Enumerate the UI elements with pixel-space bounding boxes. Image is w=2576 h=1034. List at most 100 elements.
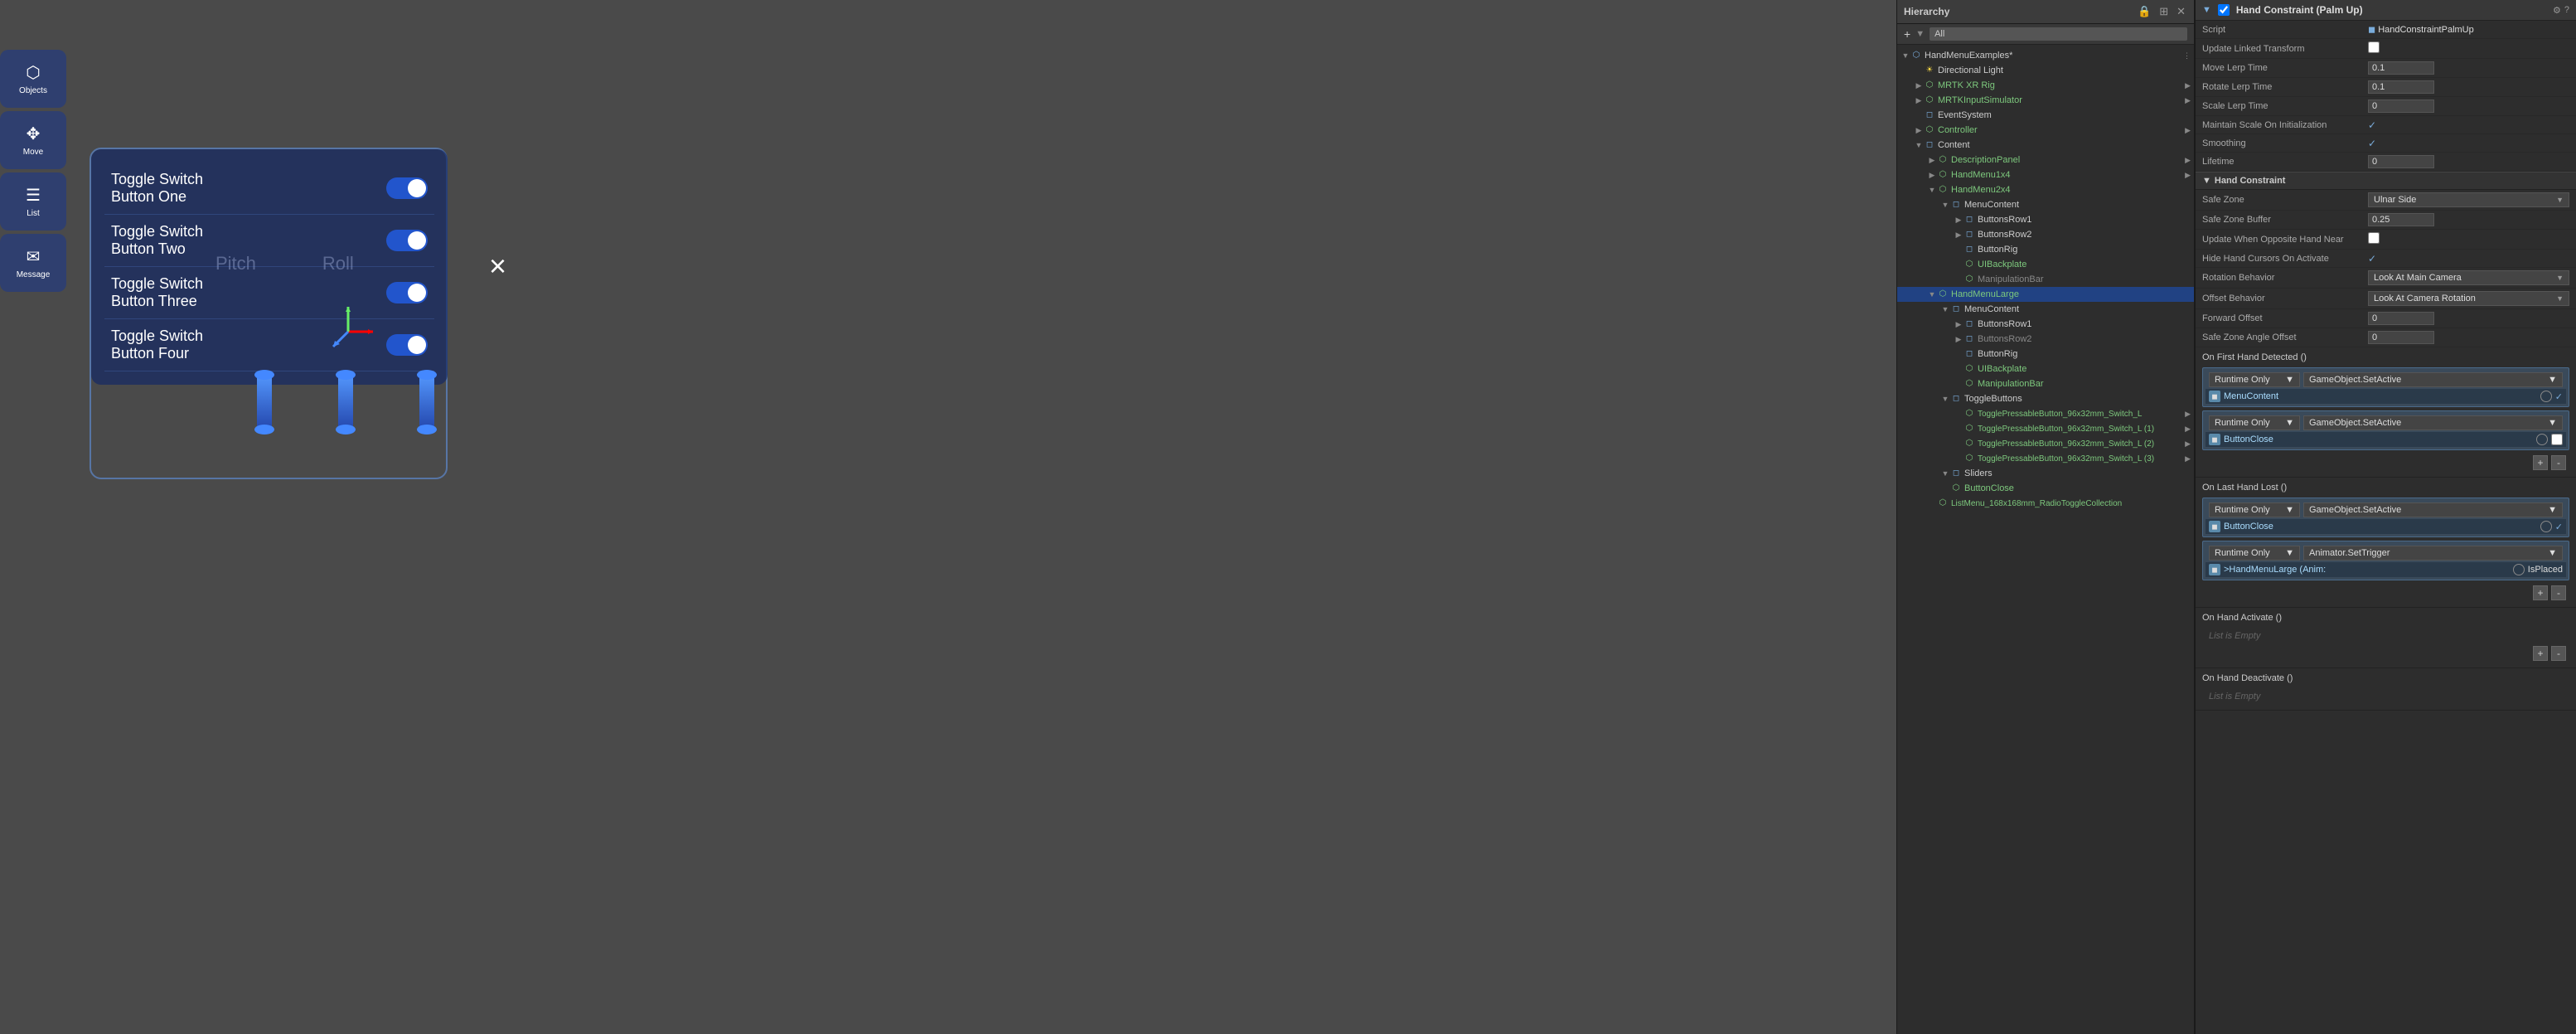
tree-expand-27[interactable]: ▶ [2185,454,2191,464]
forward-offset-input[interactable] [2368,312,2434,325]
tree-item-content[interactable]: ▼ ◻ Content [1897,138,2194,153]
event-func-2[interactable]: GameObject.SetActive ▼ [2303,415,2563,430]
tree-expand-7[interactable]: ▶ [2185,156,2191,165]
tree-item-manipbar1[interactable]: ⬡ ManipulationBar [1897,272,2194,287]
event-func-1[interactable]: GameObject.SetActive ▼ [2303,372,2563,387]
toggle-switch-3[interactable] [386,282,428,303]
event-last-add-btn[interactable]: + [2533,585,2548,600]
tree-item-uibackplate1[interactable]: ⬡ UIBackplate [1897,257,2194,272]
event-obj-circle-2[interactable] [2536,434,2548,445]
tree-item-btnsrow1[interactable]: ▶ ◻ ButtonsRow1 [1897,212,2194,227]
toggle-switch-1[interactable] [386,177,428,199]
tree-item-controller[interactable]: ▶ ⬡ Controller ▶ [1897,123,2194,138]
event-runtime-4[interactable]: Runtime Only ▼ [2209,546,2300,561]
tree-expand-8[interactable]: ▶ [2185,171,2191,180]
tree-expand-5[interactable]: ▶ [2185,126,2191,135]
event-obj-circle-3[interactable] [2540,521,2552,532]
tree-item-descpanel[interactable]: ▶ ⬡ DescriptionPanel ▶ [1897,153,2194,167]
hierarchy-content[interactable]: ▼ ⬡ HandMenuExamples* ⋮ ☀ Directional Li… [1897,45,2194,1034]
tree-item-menucontent2[interactable]: ▼ ◻ MenuContent [1897,302,2194,317]
event-func-4[interactable]: Animator.SetTrigger ▼ [2303,546,2563,561]
update-linked-checkbox[interactable] [2368,41,2380,53]
hierarchy-add-button[interactable]: + [1904,27,1910,41]
tree-item-btnsrow1b[interactable]: ▶ ◻ ButtonsRow1 [1897,317,2194,332]
scale-lerp-input[interactable] [2368,100,2434,113]
tree-item-btnsrow2[interactable]: ▶ ◻ ButtonsRow2 [1897,227,2194,242]
tree-arrow-8: ▶ [1927,171,1937,180]
tree-expand-25[interactable]: ▶ [2185,425,2191,434]
tree-label-10: MenuContent [1964,200,2019,210]
tree-item-handmenu1x4[interactable]: ▶ ⬡ HandMenu1x4 ▶ [1897,167,2194,182]
event-activate-add-btn[interactable]: + [2533,646,2548,661]
event-func-3[interactable]: GameObject.SetActive ▼ [2303,502,2563,517]
tree-expand-26[interactable]: ▶ [2185,439,2191,449]
lifetime-input[interactable] [2368,155,2434,168]
event-runtime-1[interactable]: Runtime Only ▼ [2209,372,2300,387]
tree-label-23: ToggleButtons [1964,394,2022,404]
safe-zone-dropdown[interactable]: Ulnar Side ▼ [2368,192,2569,207]
event-obj-circle-1[interactable] [2540,391,2552,402]
tree-item-listmenu[interactable]: ⬡ ListMenu_168x168mm_RadioToggleCollecti… [1897,496,2194,511]
tree-menu-0[interactable]: ⋮ [2183,51,2191,61]
offset-behavior-dropdown[interactable]: Look At Camera Rotation ▼ [2368,291,2569,306]
tree-item-buttonrig2[interactable]: ◻ ButtonRig [1897,347,2194,362]
component-header: ▼ Hand Constraint (Palm Up) ⚙ ? [2196,0,2576,21]
tree-item-btnclose[interactable]: ⬡ ButtonClose [1897,481,2194,496]
tree-item-dirlight[interactable]: ☀ Directional Light [1897,63,2194,78]
hierarchy-lock-button[interactable]: 🔒 [2136,5,2152,18]
component-enable-checkbox[interactable] [2218,4,2230,16]
rotation-behavior-dropdown[interactable]: Look At Main Camera ▼ [2368,270,2569,285]
event-runtime-2[interactable]: Runtime Only ▼ [2209,415,2300,430]
tree-item-btnsrow2b[interactable]: ▶ ◻ ButtonsRow2 [1897,332,2194,347]
tree-expand-2[interactable]: ▶ [2185,81,2191,90]
tree-item-mrtkInput[interactable]: ▶ ⬡ MRTKInputSimulator ▶ [1897,93,2194,108]
event-first-add-btn[interactable]: + [2533,455,2548,470]
hierarchy-layout-button[interactable]: ⊞ [2157,5,2170,18]
close-button[interactable]: × [489,249,506,284]
tree-arrow-10: ▼ [1940,201,1950,209]
hierarchy-close-button[interactable]: ✕ [2175,5,2187,18]
tree-item-mrtkxr[interactable]: ▶ ⬡ MRTK XR Rig ▶ [1897,78,2194,93]
event-obj-circle-4[interactable] [2513,564,2525,575]
tree-item-buttonrig1[interactable]: ◻ ButtonRig [1897,242,2194,257]
tree-item-manipbar2[interactable]: ⬡ ManipulationBar [1897,376,2194,391]
safe-zone-arrow: ▼ [2556,196,2564,204]
tree-item-handmenularge[interactable]: ▼ ⬡ HandMenuLarge [1897,287,2194,302]
tree-item-handmenu2x4[interactable]: ▼ ⬡ HandMenu2x4 [1897,182,2194,197]
event-first-remove-btn[interactable]: - [2551,455,2566,470]
event-last-remove-btn[interactable]: - [2551,585,2566,600]
tree-item-toggle3[interactable]: ⬡ TogglePressableButton_96x32mm_Switch_L… [1897,451,2194,466]
event-obj-check-2[interactable] [2551,434,2563,445]
tree-item-toggle2[interactable]: ⬡ TogglePressableButton_96x32mm_Switch_L… [1897,436,2194,451]
tree-label-17: MenuContent [1964,304,2019,314]
toggle-switch-4[interactable] [386,334,428,356]
safezone-angle-input[interactable] [2368,331,2434,344]
tree-icon-30: ⬡ [1937,498,1949,509]
safe-zone-buffer-input[interactable] [2368,213,2434,226]
update-opposite-checkbox[interactable] [2368,232,2380,244]
tree-expand-24[interactable]: ▶ [2185,410,2191,419]
tree-item-eventsys[interactable]: ◻ EventSystem [1897,108,2194,123]
hierarchy-search-input[interactable] [1930,27,2187,41]
objects-button[interactable]: ⬡ Objects [0,50,66,108]
move-lerp-input[interactable] [2368,61,2434,75]
tree-icon-6: ◻ [1924,139,1935,151]
help-icon[interactable]: ? [2564,5,2569,15]
event-activate-remove-btn[interactable]: - [2551,646,2566,661]
tree-item-handmenuexamples[interactable]: ▼ ⬡ HandMenuExamples* ⋮ [1897,48,2194,63]
rotate-lerp-input[interactable] [2368,80,2434,94]
tree-item-menucontent1[interactable]: ▼ ◻ MenuContent [1897,197,2194,212]
event-obj-icon-1: ◼ [2209,391,2220,402]
toggle-switch-2[interactable] [386,230,428,251]
settings-icon[interactable]: ⚙ [2553,5,2561,16]
tree-expand-3[interactable]: ▶ [2185,96,2191,105]
event-runtime-3[interactable]: Runtime Only ▼ [2209,502,2300,517]
safezone-angle-row: Safe Zone Angle Offset [2196,328,2576,347]
tree-item-toggle0[interactable]: ⬡ TogglePressableButton_96x32mm_Switch_L… [1897,406,2194,421]
tree-item-togglebtns[interactable]: ▼ ◻ ToggleButtons [1897,391,2194,406]
tree-item-uibackplate2[interactable]: ⬡ UIBackplate [1897,362,2194,376]
tree-item-toggle1[interactable]: ⬡ TogglePressableButton_96x32mm_Switch_L… [1897,421,2194,436]
tree-icon-9: ⬡ [1937,184,1949,196]
event-obj-name-3: ButtonClose [2224,522,2537,532]
tree-item-sliders[interactable]: ▼ ◻ Sliders [1897,466,2194,481]
